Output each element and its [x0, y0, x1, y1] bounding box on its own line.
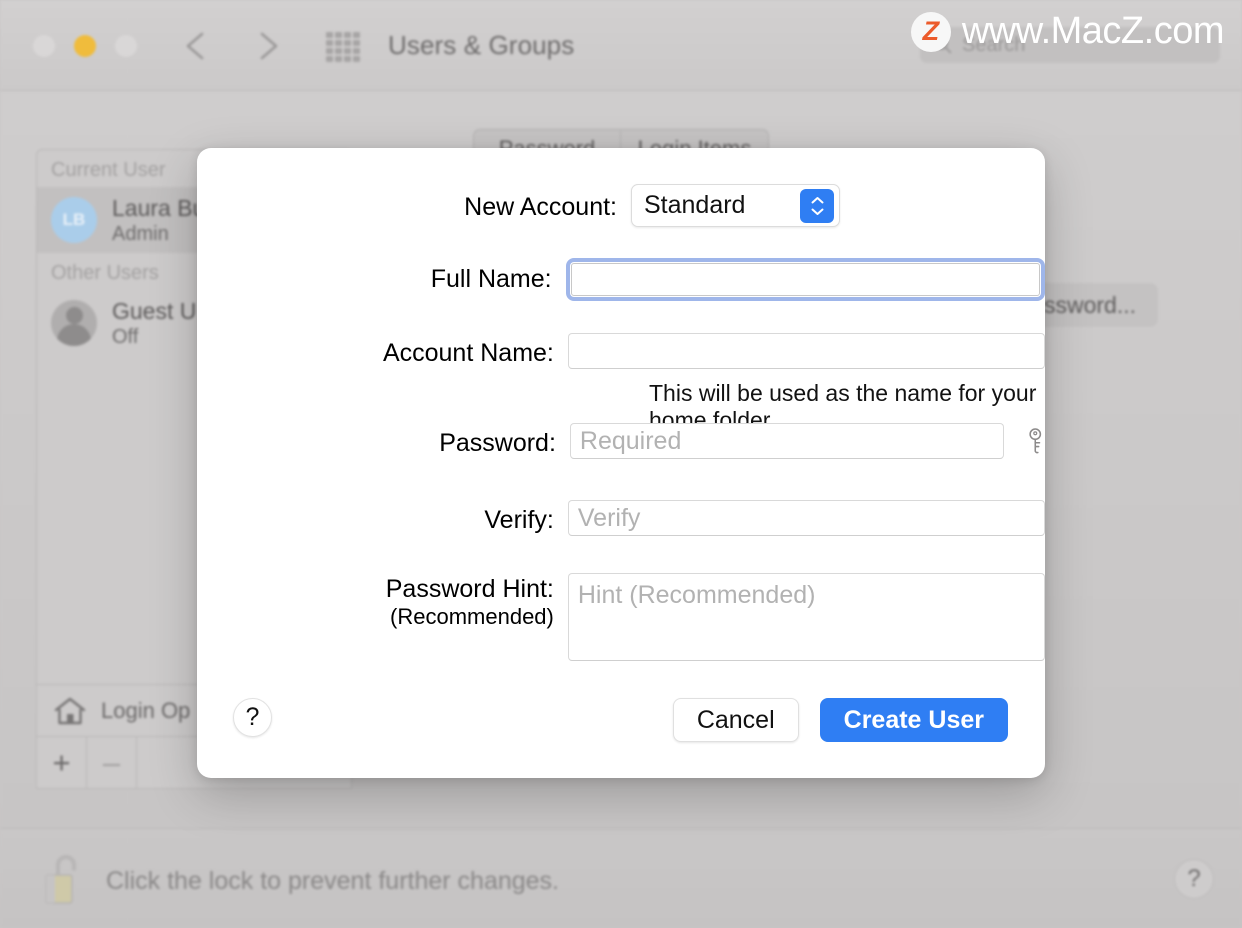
forward-button[interactable]	[250, 26, 286, 66]
new-account-dialog: New Account: Standard Full Name: Account…	[197, 148, 1045, 778]
new-account-select[interactable]: Standard	[631, 184, 840, 227]
grid-apps-icon[interactable]	[326, 32, 360, 62]
account-name-row: Account Name:	[197, 333, 1045, 369]
user-name: Laura Bu	[112, 194, 206, 221]
traffic-light-buttons	[33, 35, 137, 57]
user-info: Guest U Off	[112, 298, 196, 349]
unlocked-padlock-icon[interactable]	[42, 851, 90, 907]
screen-root: Users & Groups Search Password Login Ite…	[0, 0, 1242, 928]
password-hint-sublabel: (Recommended)	[390, 603, 554, 629]
chevron-up-icon	[811, 197, 823, 204]
home-icon	[54, 697, 86, 724]
verify-input[interactable]	[567, 500, 1045, 536]
avatar: LB	[51, 197, 97, 243]
new-account-label: New Account:	[464, 193, 617, 221]
verify-label: Verify:	[484, 506, 554, 534]
navigation-buttons	[178, 26, 286, 66]
new-account-value: Standard	[644, 191, 746, 219]
account-name-label: Account Name:	[382, 339, 554, 367]
add-user-button[interactable]: +	[37, 737, 87, 788]
verify-row: Verify:	[197, 500, 1045, 536]
remove-user-button[interactable]: –	[87, 737, 137, 788]
cancel-button[interactable]: Cancel	[672, 698, 799, 742]
back-button[interactable]	[178, 26, 214, 66]
new-account-row: New Account: Standard	[197, 184, 1045, 227]
login-options-label: Login Op	[101, 697, 191, 723]
password-hint-label: Password Hint: (Recommended)	[197, 573, 568, 629]
password-row: Password:	[197, 423, 1045, 459]
watermark-text: www.MacZ.com	[961, 10, 1225, 52]
create-user-button[interactable]: Create User	[819, 698, 1008, 742]
dialog-help-button[interactable]: ?	[233, 698, 272, 737]
macz-logo-icon: Z	[910, 11, 951, 52]
password-hint-row: Password Hint: (Recommended)	[197, 573, 1045, 661]
zoom-button[interactable]	[115, 35, 137, 57]
page-title: Users & Groups	[388, 30, 575, 60]
chevron-right-icon	[260, 32, 278, 60]
user-info: Laura Bu Admin	[112, 195, 205, 246]
help-button[interactable]: ?	[1174, 859, 1214, 899]
password-hint-input[interactable]	[567, 573, 1045, 661]
chevron-left-icon	[186, 32, 204, 60]
watermark: Z www.MacZ.com	[910, 10, 1225, 53]
key-icon[interactable]	[1025, 425, 1046, 457]
full-name-label: Full Name:	[430, 265, 552, 293]
password-input[interactable]	[569, 423, 1004, 459]
dialog-footer-buttons: Cancel Create User	[672, 698, 1008, 742]
user-role: Admin	[112, 222, 169, 245]
account-name-input[interactable]	[567, 333, 1045, 369]
chevron-down-icon	[811, 208, 823, 215]
close-button[interactable]	[33, 35, 55, 57]
password-hint-label-main: Password Hint:	[385, 575, 554, 603]
full-name-focus-ring	[565, 258, 1045, 301]
password-label: Password:	[439, 429, 556, 457]
user-name: Guest U	[112, 297, 197, 324]
lock-message: Click the lock to prevent further change…	[106, 867, 560, 895]
lock-bar: Click the lock to prevent further change…	[0, 828, 1242, 928]
chevron-up-down-icon[interactable]	[800, 189, 834, 223]
avatar	[51, 300, 97, 346]
full-name-row: Full Name:	[197, 258, 1045, 301]
full-name-input[interactable]	[570, 263, 1040, 296]
user-role: Off	[112, 325, 139, 348]
minimize-button[interactable]	[74, 35, 96, 57]
